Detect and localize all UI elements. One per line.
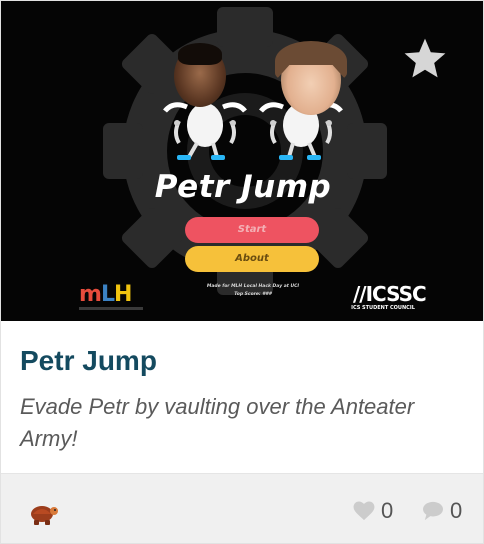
mlh-logo: mLH <box>79 282 132 307</box>
player-photo-right <box>281 45 341 115</box>
game-title: Petr Jump <box>154 169 332 205</box>
comments-count: 0 <box>450 498 463 523</box>
footnote-line-2: Top Score: ### <box>234 292 272 297</box>
comment-bubble-icon <box>423 501 443 521</box>
star-icon[interactable] <box>401 35 449 83</box>
icssc-logo-subtitle: ICS STUDENT COUNCIL <box>351 305 415 311</box>
player-photo-left <box>174 43 226 107</box>
start-button[interactable]: Start <box>185 217 319 243</box>
heart-icon <box>353 501 375 521</box>
mlh-logo-h: H <box>113 282 132 307</box>
footnote-line-1: Made for MLH Local Hack Day at UCI <box>206 284 300 289</box>
about-button[interactable]: About <box>185 246 319 272</box>
project-thumbnail[interactable]: Petr Jump Start About mLH Made for MLH L… <box>1 1 483 321</box>
project-card[interactable]: Petr Jump Start About mLH Made for MLH L… <box>0 0 484 544</box>
turtle-avatar-icon[interactable] <box>29 502 59 526</box>
mlh-logo-underline <box>79 307 143 310</box>
project-title[interactable]: Petr Jump <box>20 345 157 377</box>
project-description: Evade Petr by vaulting over the Anteater… <box>20 394 415 451</box>
game-footnote: Made for MLH Local Hack Day at UCI Top S… <box>191 283 315 299</box>
likes-count: 0 <box>381 498 394 523</box>
card-footer: 0 0 <box>1 473 483 543</box>
likes-counter[interactable]: 0 <box>353 498 393 524</box>
icssc-logo: //ICSSC <box>353 282 427 306</box>
mlh-logo-l: L <box>100 282 115 307</box>
mlh-logo-m: m <box>79 282 102 307</box>
comments-counter[interactable]: 0 <box>422 498 462 524</box>
